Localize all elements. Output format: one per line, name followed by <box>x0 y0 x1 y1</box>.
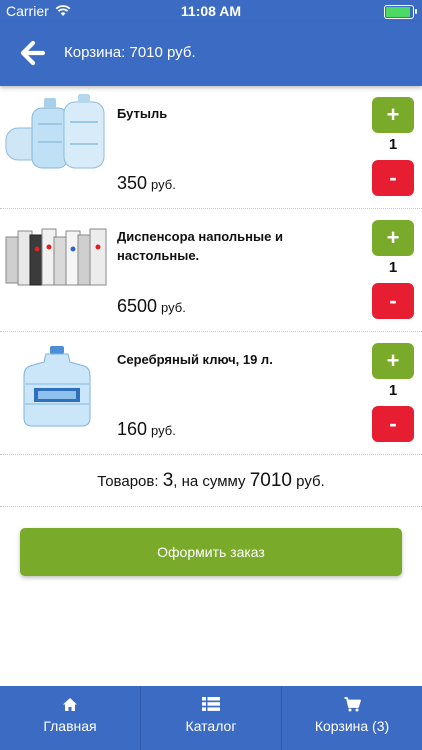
quantity-value: 1 <box>388 136 398 153</box>
tab-home-label: Главная <box>43 718 97 734</box>
bottom-tab-bar: Главная Каталог Корзина (3) <box>0 686 422 750</box>
price-currency: руб. <box>151 177 176 192</box>
quantity-value: 1 <box>388 259 398 276</box>
price-value: 6500 <box>117 296 158 316</box>
status-bar: Carrier 11:08 AM <box>0 0 422 22</box>
tab-cart[interactable]: Корзина (3) <box>282 686 422 750</box>
quantity-value: 1 <box>388 382 398 399</box>
decrease-quantity-button[interactable]: - <box>372 160 414 196</box>
cart-icon <box>344 697 361 712</box>
bottles-image <box>5 94 105 169</box>
cart-item: Бутыль 350 руб. + 1 - <box>0 86 422 209</box>
product-name: Серебряный ключ, 19 л. <box>117 352 273 367</box>
checkout-button[interactable]: Оформить заказ <box>20 528 402 576</box>
cart-item: Серебряный ключ, 19 л. 160 руб. + 1 - <box>0 332 422 455</box>
tab-cart-label: Корзина (3) <box>314 718 390 734</box>
app-header: Корзина: 7010 руб. <box>0 22 422 86</box>
tab-home[interactable]: Главная <box>0 686 141 750</box>
summary-middle: , на сумму <box>173 473 246 490</box>
product-name: Бутыль <box>117 106 168 121</box>
back-arrow-icon[interactable] <box>20 40 46 66</box>
product-price: 160 руб. <box>117 419 176 440</box>
summary-label: Товаров: <box>97 473 159 490</box>
increase-quantity-button[interactable]: + <box>372 343 414 379</box>
decrease-quantity-button[interactable]: - <box>372 406 414 442</box>
product-price: 350 руб. <box>117 173 176 194</box>
tab-catalog[interactable]: Каталог <box>141 686 282 750</box>
catalog-list-icon <box>202 697 220 711</box>
dispensers-image <box>5 228 107 286</box>
clock: 11:08 AM <box>180 3 242 19</box>
page-title: Корзина: 7010 руб. <box>64 44 196 61</box>
tab-catalog-label: Каталог <box>185 718 237 734</box>
home-icon <box>63 698 77 711</box>
cart-list: Бутыль 350 руб. + 1 - Диспенсора напольны… <box>0 86 422 455</box>
battery-icon <box>384 5 417 19</box>
water-bottle-image <box>23 346 91 427</box>
decrease-quantity-button[interactable]: - <box>372 283 414 319</box>
product-price: 6500 руб. <box>117 296 186 317</box>
increase-quantity-button[interactable]: + <box>372 97 414 133</box>
price-currency: руб. <box>151 423 176 438</box>
cart-summary: Товаров: 3, на сумму 7010 руб. <box>0 456 422 507</box>
summary-count: 3 <box>162 470 174 491</box>
summary-currency: руб. <box>296 473 325 490</box>
cart-item: Диспенсора напольные и настольные. 6500 р… <box>0 209 422 332</box>
price-value: 160 <box>117 419 148 439</box>
price-currency: руб. <box>161 300 186 315</box>
increase-quantity-button[interactable]: + <box>372 220 414 256</box>
summary-total: 7010 <box>249 470 292 491</box>
product-name: Диспенсора напольные и настольные. <box>117 229 283 263</box>
price-value: 350 <box>117 173 148 193</box>
